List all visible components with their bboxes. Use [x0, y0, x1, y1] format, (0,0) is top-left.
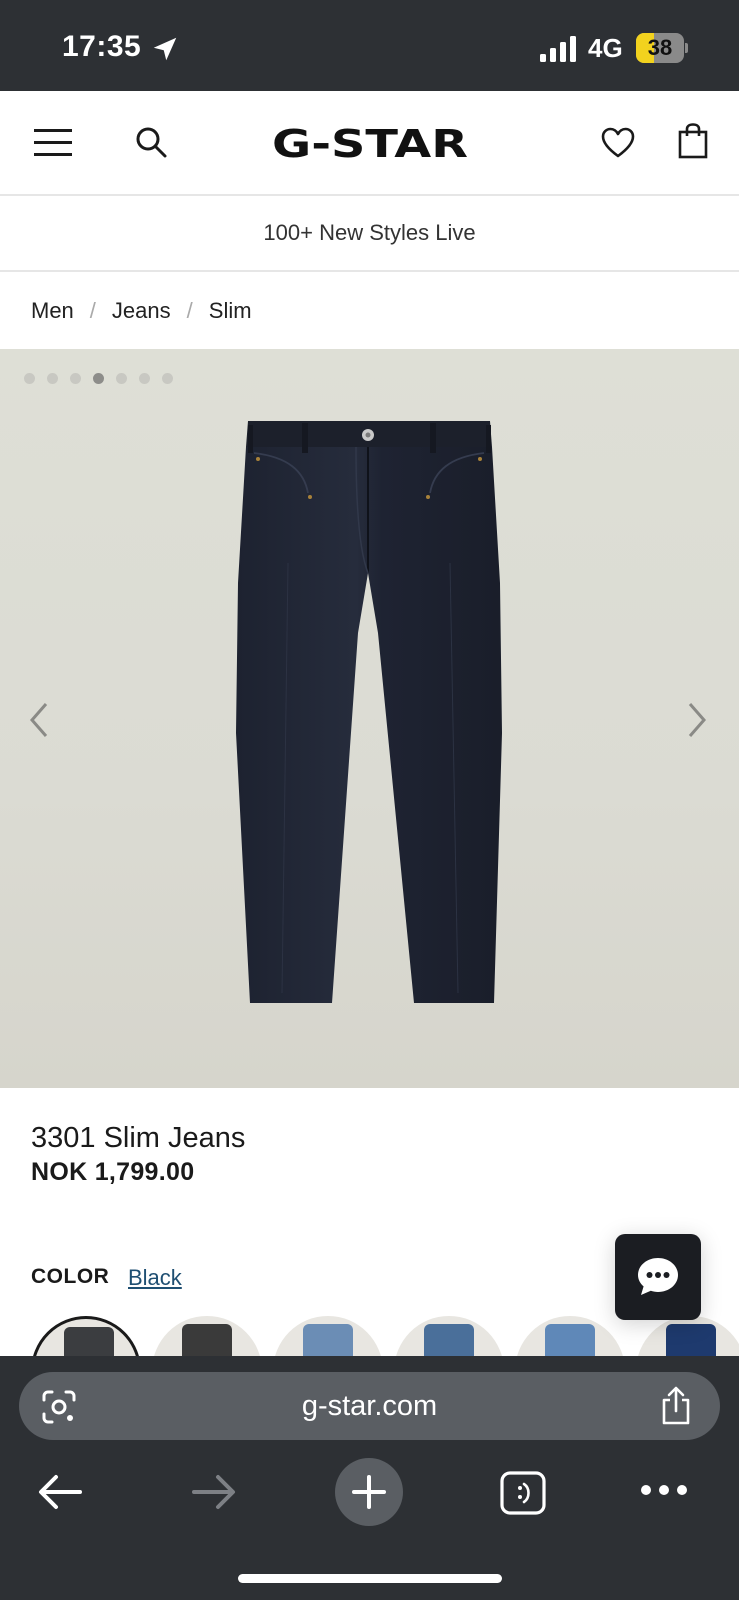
breadcrumb-separator: /	[186, 298, 193, 323]
product-price: NOK 1,799.00	[31, 1158, 195, 1186]
gallery-dot[interactable]	[70, 373, 81, 384]
color-swatch[interactable]	[31, 1316, 141, 1356]
back-arrow-icon[interactable]	[36, 1472, 84, 1512]
gallery-dot[interactable]	[116, 373, 127, 384]
menu-icon[interactable]	[34, 127, 72, 159]
swatch-thumbnail	[303, 1324, 353, 1356]
tabs-icon[interactable]	[499, 1470, 547, 1516]
swatch-thumbnail	[545, 1324, 595, 1356]
breadcrumb-item-jeans[interactable]: Jeans	[112, 298, 171, 324]
swatch-thumbnail	[64, 1327, 114, 1356]
home-indicator	[238, 1574, 502, 1583]
address-bar[interactable]: g-star.com	[19, 1372, 720, 1440]
search-icon[interactable]	[134, 125, 168, 159]
color-swatch[interactable]	[152, 1316, 262, 1356]
gallery-dot[interactable]	[139, 373, 150, 384]
color-swatch[interactable]	[273, 1316, 383, 1356]
chat-button[interactable]	[615, 1234, 701, 1320]
gallery-dot[interactable]	[24, 373, 35, 384]
promo-text: 100+ New Styles Live	[263, 220, 476, 245]
chevron-left-icon[interactable]	[28, 701, 50, 739]
color-swatches	[31, 1316, 739, 1356]
swatch-thumbnail	[182, 1324, 232, 1356]
lens-icon[interactable]	[41, 1389, 77, 1425]
network-label: 4G	[588, 33, 623, 63]
shopping-bag-icon[interactable]	[678, 123, 708, 159]
gallery-dot[interactable]	[47, 373, 58, 384]
g-star-logo[interactable]: G-STAR	[270, 121, 470, 165]
status-bar: 17:35 4G 38	[0, 0, 739, 91]
signal-bars-icon	[540, 36, 576, 62]
breadcrumb: Men / Jeans / Slim	[31, 296, 252, 326]
color-label: COLOR	[31, 1265, 110, 1288]
forward-arrow-icon[interactable]	[190, 1472, 238, 1512]
browser-toolbar: g-star.com	[0, 1356, 739, 1600]
swatch-thumbnail	[666, 1324, 716, 1356]
product-image	[236, 421, 502, 1003]
gallery-dot[interactable]	[162, 373, 173, 384]
new-tab-button[interactable]	[335, 1458, 403, 1526]
share-icon[interactable]	[659, 1386, 693, 1426]
color-value-link[interactable]: Black	[128, 1265, 182, 1291]
battery-icon: 38	[636, 33, 688, 63]
gallery-pagination	[24, 373, 173, 384]
logo-text: G-STAR	[272, 122, 468, 165]
more-icon[interactable]	[640, 1482, 688, 1498]
color-swatch[interactable]	[515, 1316, 625, 1356]
color-swatch[interactable]	[636, 1316, 739, 1356]
product-gallery[interactable]	[0, 349, 739, 1088]
gallery-dot[interactable]	[93, 373, 104, 384]
breadcrumb-item-men[interactable]: Men	[31, 298, 74, 324]
plus-icon	[352, 1475, 386, 1509]
site-header: G-STAR	[0, 91, 739, 196]
breadcrumb-item-slim[interactable]: Slim	[209, 298, 252, 324]
status-time: 17:35	[62, 30, 142, 63]
url-text: g-star.com	[301, 1390, 438, 1422]
color-swatch[interactable]	[394, 1316, 504, 1356]
promo-banner[interactable]: 100+ New Styles Live	[0, 196, 739, 272]
product-title: 3301 Slim Jeans	[31, 1122, 246, 1154]
battery-percent: 38	[647, 35, 673, 60]
chevron-right-icon[interactable]	[686, 701, 708, 739]
breadcrumb-separator: /	[89, 298, 96, 323]
swatch-thumbnail	[424, 1324, 474, 1356]
heart-icon[interactable]	[601, 127, 635, 159]
chat-bubble-icon	[638, 1258, 678, 1295]
location-arrow-icon	[153, 37, 177, 61]
